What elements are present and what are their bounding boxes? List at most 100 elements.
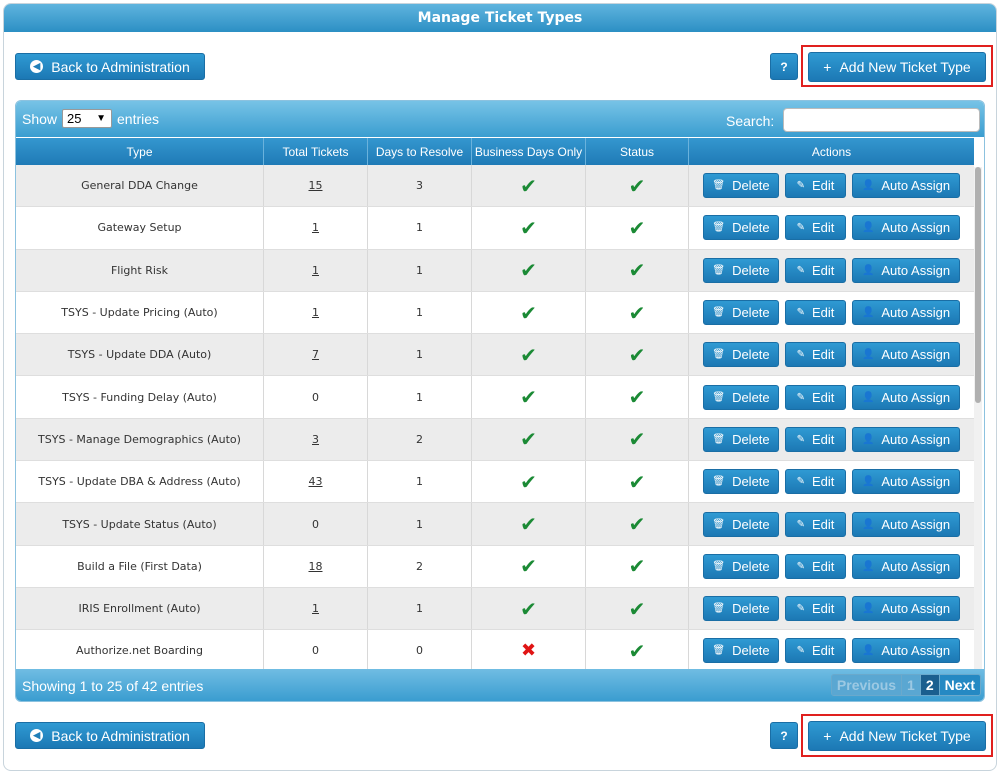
- column-header-total-tickets[interactable]: Total Tickets: [264, 138, 368, 165]
- pager-previous[interactable]: Previous: [831, 675, 903, 695]
- pager-next[interactable]: Next: [939, 675, 980, 695]
- days-to-resolve-cell: 1: [368, 376, 472, 418]
- pencil-icon: ✎: [796, 518, 805, 530]
- auto-assign-button[interactable]: 👤 Auto Assign: [852, 300, 960, 326]
- table-footer: Showing 1 to 25 of 42 entries Previous 1…: [16, 669, 984, 701]
- check-icon: ✔: [520, 427, 537, 452]
- delete-button[interactable]: 🗑 Delete: [703, 384, 779, 410]
- edit-label: Edit: [811, 347, 835, 363]
- user-icon: 👤: [861, 180, 875, 192]
- edit-button[interactable]: ✎ Edit: [785, 384, 846, 410]
- manage-ticket-types-panel: Manage Ticket Types ◀ Back to Administra…: [3, 3, 997, 771]
- auto-assign-button[interactable]: 👤 Auto Assign: [852, 342, 960, 368]
- table-scrollbar[interactable]: [974, 167, 982, 669]
- total-tickets-cell: 43: [264, 461, 368, 503]
- status-cell: ✔: [586, 587, 689, 630]
- total-tickets-value: 0: [312, 390, 319, 404]
- auto-assign-label: Auto Assign: [881, 347, 951, 363]
- auto-assign-button[interactable]: 👤 Auto Assign: [852, 173, 960, 199]
- delete-button[interactable]: 🗑 Delete: [703, 596, 779, 622]
- edit-button[interactable]: ✎ Edit: [785, 553, 846, 579]
- edit-button[interactable]: ✎ Edit: [785, 638, 846, 664]
- table-row: TSYS - Manage Demographics (Auto) 3 2 ✔ ✔ 🗑 De…: [16, 418, 974, 462]
- total-tickets-cell: 1: [264, 249, 368, 291]
- auto-assign-button[interactable]: 👤 Auto Assign: [852, 553, 960, 579]
- table-info: Showing 1 to 25 of 42 entries: [22, 678, 204, 694]
- delete-button[interactable]: 🗑 Delete: [703, 511, 779, 537]
- help-button[interactable]: ?: [770, 53, 798, 80]
- delete-button[interactable]: 🗑 Delete: [703, 173, 779, 199]
- check-icon: ✔: [628, 258, 646, 283]
- delete-button[interactable]: 🗑 Delete: [703, 469, 779, 495]
- help-button-bottom[interactable]: ?: [770, 722, 798, 749]
- auto-assign-button[interactable]: 👤 Auto Assign: [852, 257, 960, 283]
- back-arrow-icon: ◀: [30, 60, 44, 73]
- edit-button[interactable]: ✎ Edit: [785, 469, 846, 495]
- status-cell: ✔: [586, 376, 689, 418]
- edit-button[interactable]: ✎ Edit: [785, 511, 846, 537]
- back-to-administration-button-bottom[interactable]: ◀ Back to Administration: [15, 722, 205, 749]
- cross-icon: ✖: [520, 640, 537, 662]
- check-icon: ✔: [520, 554, 537, 579]
- column-header-business-days-only[interactable]: Business Days Only: [472, 138, 586, 165]
- column-header-status[interactable]: Status: [586, 138, 689, 165]
- add-button-label: Add New Ticket Type: [839, 59, 971, 75]
- delete-button[interactable]: 🗑 Delete: [703, 300, 779, 326]
- edit-button[interactable]: ✎ Edit: [785, 300, 846, 326]
- table-row: General DDA Change 15 3 ✔ ✔ 🗑 Delete ✎ Edit 👤 Auto…: [16, 165, 974, 208]
- edit-label: Edit: [811, 262, 835, 278]
- auto-assign-button[interactable]: 👤 Auto Assign: [852, 596, 960, 622]
- total-tickets-cell: 1: [264, 207, 368, 249]
- delete-button[interactable]: 🗑 Delete: [703, 638, 779, 664]
- total-tickets-link[interactable]: 1: [312, 264, 319, 277]
- page-length-select[interactable]: 25 ▼: [62, 109, 112, 128]
- column-header-type[interactable]: Type: [16, 138, 264, 165]
- total-tickets-link[interactable]: 7: [312, 348, 319, 361]
- edit-label: Edit: [811, 431, 835, 447]
- delete-button[interactable]: 🗑 Delete: [703, 426, 779, 452]
- back-button-label: Back to Administration: [51, 727, 190, 744]
- delete-button[interactable]: 🗑 Delete: [703, 215, 779, 241]
- table-row: TSYS - Update Pricing (Auto) 1 1 ✔ ✔ 🗑 Delete ✎…: [16, 291, 974, 335]
- total-tickets-link[interactable]: 43: [309, 475, 323, 488]
- add-new-ticket-type-button[interactable]: + Add New Ticket Type: [808, 52, 986, 82]
- auto-assign-button[interactable]: 👤 Auto Assign: [852, 638, 960, 664]
- back-to-administration-button[interactable]: ◀ Back to Administration: [15, 53, 205, 80]
- auto-assign-button[interactable]: 👤 Auto Assign: [852, 469, 960, 495]
- auto-assign-button[interactable]: 👤 Auto Assign: [852, 215, 960, 241]
- search-input[interactable]: [783, 108, 980, 132]
- edit-button[interactable]: ✎ Edit: [785, 426, 846, 452]
- auto-assign-button[interactable]: 👤 Auto Assign: [852, 426, 960, 452]
- days-to-resolve-cell: 1: [368, 587, 472, 630]
- auto-assign-label: Auto Assign: [881, 516, 951, 532]
- edit-button[interactable]: ✎ Edit: [785, 342, 846, 368]
- pager-page-1[interactable]: 1: [902, 675, 921, 695]
- pencil-icon: ✎: [796, 264, 805, 276]
- pencil-icon: ✎: [796, 349, 805, 361]
- actions-cell: 🗑 Delete ✎ Edit 👤 Auto Assign: [689, 334, 974, 375]
- delete-button[interactable]: 🗑 Delete: [703, 342, 779, 368]
- delete-label: Delete: [732, 347, 770, 363]
- edit-button[interactable]: ✎ Edit: [785, 257, 846, 283]
- total-tickets-link[interactable]: 15: [309, 179, 323, 192]
- edit-button[interactable]: ✎ Edit: [785, 215, 846, 241]
- pager-page-2[interactable]: 2: [920, 675, 940, 695]
- trash-icon: 🗑: [712, 433, 726, 445]
- delete-button[interactable]: 🗑 Delete: [703, 553, 779, 579]
- total-tickets-link[interactable]: 1: [312, 221, 319, 234]
- total-tickets-link[interactable]: 1: [312, 306, 319, 319]
- actions-cell: 🗑 Delete ✎ Edit 👤 Auto Assign: [689, 250, 974, 291]
- auto-assign-button[interactable]: 👤 Auto Assign: [852, 511, 960, 537]
- edit-button[interactable]: ✎ Edit: [785, 173, 846, 199]
- total-tickets-link[interactable]: 18: [309, 560, 323, 573]
- edit-button[interactable]: ✎ Edit: [785, 596, 846, 622]
- scrollbar-thumb[interactable]: [975, 167, 981, 403]
- total-tickets-link[interactable]: 1: [312, 602, 319, 615]
- column-header-days-to-resolve[interactable]: Days to Resolve: [368, 138, 472, 165]
- total-tickets-link[interactable]: 3: [312, 433, 319, 446]
- delete-button[interactable]: 🗑 Delete: [703, 257, 779, 283]
- total-tickets-value: 0: [312, 517, 319, 531]
- auto-assign-button[interactable]: 👤 Auto Assign: [852, 384, 960, 410]
- add-new-ticket-type-button-bottom[interactable]: + Add New Ticket Type: [808, 721, 986, 751]
- actions-cell: 🗑 Delete ✎ Edit 👤 Auto Assign: [689, 503, 974, 544]
